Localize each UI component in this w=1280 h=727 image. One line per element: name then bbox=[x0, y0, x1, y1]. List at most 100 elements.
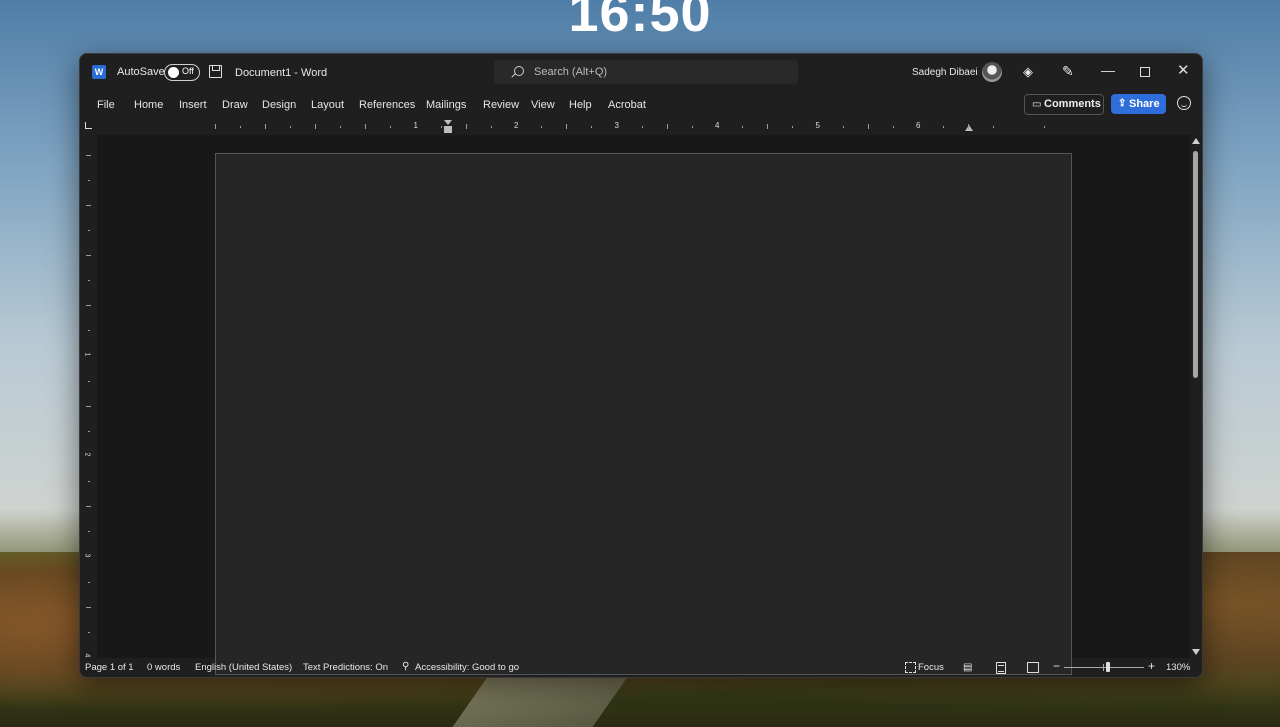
ruler-tick bbox=[88, 380, 90, 382]
comments-button[interactable]: ▭ Comments bbox=[1024, 94, 1104, 115]
ruler-number: 2 bbox=[514, 121, 519, 130]
zoom-in-button[interactable]: + bbox=[1148, 659, 1155, 673]
document-title[interactable]: Document1 - Word bbox=[235, 67, 327, 79]
document-canvas bbox=[97, 135, 1190, 675]
zoom-slider-track[interactable] bbox=[1064, 667, 1144, 668]
search-icon bbox=[514, 66, 524, 76]
ruler-tick bbox=[86, 506, 91, 508]
ruler-tick bbox=[1043, 126, 1045, 128]
zoom-slider-thumb[interactable] bbox=[1106, 662, 1110, 672]
tab-design[interactable]: Design bbox=[262, 99, 296, 111]
ruler-tick bbox=[315, 124, 316, 129]
ruler-number: 1 bbox=[83, 352, 91, 356]
scroll-down-icon[interactable] bbox=[1192, 649, 1200, 655]
tab-acrobat[interactable]: Acrobat bbox=[608, 99, 646, 111]
diamond-icon[interactable]: ◈ bbox=[1023, 64, 1033, 80]
focus-icon[interactable] bbox=[905, 662, 916, 673]
language-status[interactable]: English (United States) bbox=[195, 662, 292, 673]
text-predictions-status[interactable]: Text Predictions: On bbox=[303, 662, 388, 673]
status-bar: Page 1 of 1 0 words English (United Stat… bbox=[80, 658, 1202, 677]
autosave-state: Off bbox=[182, 66, 194, 76]
close-icon[interactable]: ✕ bbox=[1177, 61, 1190, 79]
share-label: Share bbox=[1129, 98, 1160, 110]
left-indent-marker[interactable] bbox=[444, 120, 453, 134]
tab-home[interactable]: Home bbox=[134, 99, 163, 111]
ruler-tick bbox=[264, 124, 266, 129]
pen-icon[interactable]: ✎ bbox=[1062, 63, 1074, 80]
ruler-tick bbox=[641, 126, 643, 128]
tab-draw[interactable]: Draw bbox=[222, 99, 248, 111]
document-page[interactable] bbox=[215, 153, 1072, 675]
ruler-number: 4 bbox=[83, 653, 91, 658]
ruler-tick bbox=[465, 124, 467, 129]
ruler-tick bbox=[88, 330, 90, 332]
autosave-toggle[interactable]: Off bbox=[164, 64, 200, 81]
focus-button[interactable]: Focus bbox=[918, 662, 944, 673]
comment-icon: ▭ bbox=[1032, 99, 1042, 110]
title-bar: W AutoSave Off Document1 - Word Search (… bbox=[80, 54, 1202, 90]
ruler-number: 3 bbox=[83, 553, 91, 557]
scroll-up-icon[interactable] bbox=[1192, 138, 1200, 144]
tab-references[interactable]: References bbox=[359, 99, 415, 111]
tab-file[interactable]: File bbox=[97, 99, 115, 111]
search-placeholder: Search (Alt+Q) bbox=[534, 66, 608, 78]
share-button[interactable]: ⇪ Share bbox=[1111, 94, 1166, 114]
ruler-tick bbox=[440, 126, 442, 128]
tab-layout[interactable]: Layout bbox=[311, 99, 344, 111]
ruler-tick bbox=[867, 124, 869, 129]
ruler-track: 1 2 3 4 5 6 bbox=[214, 120, 1065, 134]
zoom-slider-center-mark bbox=[1103, 664, 1104, 671]
tab-mailings[interactable]: Mailings bbox=[426, 99, 466, 111]
tab-selector-icon[interactable] bbox=[85, 122, 92, 129]
save-icon[interactable] bbox=[209, 65, 222, 78]
vertical-ruler[interactable]: 1 2 3 4 bbox=[80, 135, 96, 658]
ruler-tick bbox=[742, 126, 744, 128]
vertical-scrollbar[interactable] bbox=[1190, 135, 1202, 658]
ruler-tick bbox=[88, 179, 90, 181]
print-layout-icon[interactable] bbox=[996, 662, 1006, 674]
scroll-thumb[interactable] bbox=[1193, 151, 1198, 378]
ruler-tick bbox=[88, 430, 90, 432]
zoom-level[interactable]: 130% bbox=[1166, 662, 1190, 673]
ruler-tick bbox=[365, 124, 367, 129]
ruler-tick bbox=[88, 229, 90, 231]
horizontal-ruler[interactable]: 1 2 3 4 5 6 bbox=[80, 120, 1202, 135]
ruler-tick bbox=[86, 154, 91, 156]
ruler-number: 4 bbox=[715, 121, 720, 130]
ruler-number: 1 bbox=[413, 121, 418, 130]
read-mode-icon[interactable]: ▤ bbox=[963, 662, 972, 673]
ruler-number: 3 bbox=[614, 121, 619, 130]
ruler-tick bbox=[340, 126, 342, 128]
web-layout-icon[interactable] bbox=[1027, 662, 1039, 673]
ruler-tick bbox=[666, 124, 668, 129]
ruler-tick bbox=[88, 280, 90, 282]
ruler-tick bbox=[591, 126, 593, 128]
ruler-tick bbox=[892, 126, 894, 128]
ruler-number: 2 bbox=[83, 452, 91, 457]
ruler-tick bbox=[490, 126, 492, 128]
ribbon-tabs: File Home Insert Draw Design Layout Refe… bbox=[80, 90, 1202, 120]
ruler-tick bbox=[86, 305, 91, 307]
word-count[interactable]: 0 words bbox=[147, 662, 180, 673]
ruler-tick bbox=[541, 126, 543, 128]
ruler-number: 6 bbox=[916, 121, 921, 130]
tab-help[interactable]: Help bbox=[569, 99, 592, 111]
ruler-tick bbox=[86, 606, 91, 608]
feedback-smiley-icon[interactable] bbox=[1177, 96, 1191, 110]
avatar[interactable] bbox=[982, 62, 1002, 82]
tab-insert[interactable]: Insert bbox=[179, 99, 207, 111]
ruler-tick bbox=[792, 126, 794, 128]
minimize-icon[interactable]: — bbox=[1101, 62, 1115, 78]
search-input[interactable]: Search (Alt+Q) bbox=[494, 60, 798, 84]
page-count[interactable]: Page 1 of 1 bbox=[85, 662, 134, 673]
word-window: W AutoSave Off Document1 - Word Search (… bbox=[79, 53, 1203, 678]
accessibility-status[interactable]: Accessibility: Good to go bbox=[415, 662, 519, 673]
tab-view[interactable]: View bbox=[531, 99, 555, 111]
ruler-tick bbox=[86, 204, 91, 206]
tab-review[interactable]: Review bbox=[483, 99, 519, 111]
zoom-out-button[interactable]: − bbox=[1053, 659, 1060, 673]
ruler-number: 5 bbox=[815, 121, 820, 130]
ruler-tick bbox=[88, 531, 90, 533]
user-name[interactable]: Sadegh Dibaei bbox=[912, 67, 978, 78]
maximize-icon[interactable] bbox=[1140, 67, 1150, 77]
